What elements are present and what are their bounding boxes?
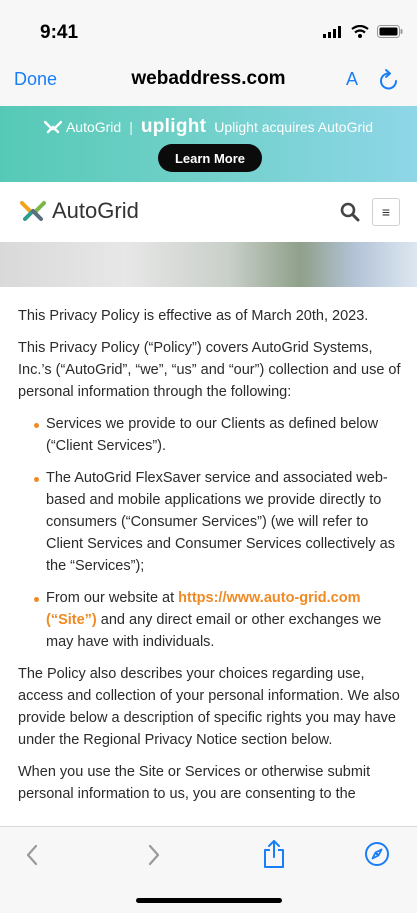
autogrid-logo[interactable]: AutoGrid: [20, 198, 139, 224]
chevron-right-icon[interactable]: [146, 843, 162, 867]
wifi-icon: [351, 25, 369, 38]
status-time: 9:41: [40, 22, 79, 43]
uplight-logo: uplight: [140, 116, 207, 137]
banner-separator: |: [129, 119, 133, 135]
hero-image: [0, 242, 417, 287]
privacy-policy-content: This Privacy Policy is effective as of M…: [18, 305, 403, 815]
banner-autogrid-logo: AutoGrid: [43, 119, 122, 135]
choices-paragraph: The Policy also describes your choices r…: [18, 666, 400, 748]
chevron-left-icon[interactable]: [24, 843, 40, 867]
banner-headline: Uplight acquires AutoGrid: [214, 119, 374, 135]
bullet-prefix: From our website at: [46, 590, 175, 606]
text-size-button[interactable]: A: [346, 69, 358, 90]
promo-banner: AutoGrid | uplight Uplight acquires Auto…: [0, 106, 417, 182]
search-icon[interactable]: [340, 202, 360, 222]
compass-icon[interactable]: [364, 841, 390, 867]
list-item: From our website at https://www.auto-gri…: [18, 587, 403, 653]
intro-paragraph: This Privacy Policy (“Policy”) covers Au…: [18, 340, 401, 400]
list-item: The AutoGrid FlexSaver service and assoc…: [18, 467, 403, 577]
consent-paragraph: When you use the Site or Services or oth…: [18, 764, 371, 802]
list-item: Services we provide to our Clients as de…: [18, 413, 403, 457]
bullet-suffix: and any direct email or other exchanges …: [46, 612, 382, 650]
effective-date: This Privacy Policy is effective as of M…: [18, 308, 369, 324]
autogrid-mark-icon: [43, 120, 62, 134]
home-indicator[interactable]: [136, 898, 282, 903]
autogrid-logo-icon: [20, 201, 46, 221]
status-icons: [323, 25, 403, 38]
site-header: AutoGrid ≡: [0, 182, 417, 242]
menu-icon[interactable]: ≡: [372, 198, 400, 226]
logo-text: AutoGrid: [52, 198, 139, 223]
banner-headline-row: AutoGrid | uplight Uplight acquires Auto…: [0, 116, 417, 138]
battery-icon: [377, 25, 403, 38]
share-icon[interactable]: [262, 839, 286, 869]
browser-toolbar: Done webaddress.com A: [0, 56, 417, 106]
banner-autogrid-text: AutoGrid: [65, 119, 122, 135]
reload-icon[interactable]: [378, 68, 400, 92]
signal-icon: [323, 25, 341, 38]
services-list: Services we provide to our Clients as de…: [18, 413, 403, 653]
learn-more-button[interactable]: Learn More: [158, 144, 262, 172]
status-bar: 9:41: [0, 0, 417, 56]
